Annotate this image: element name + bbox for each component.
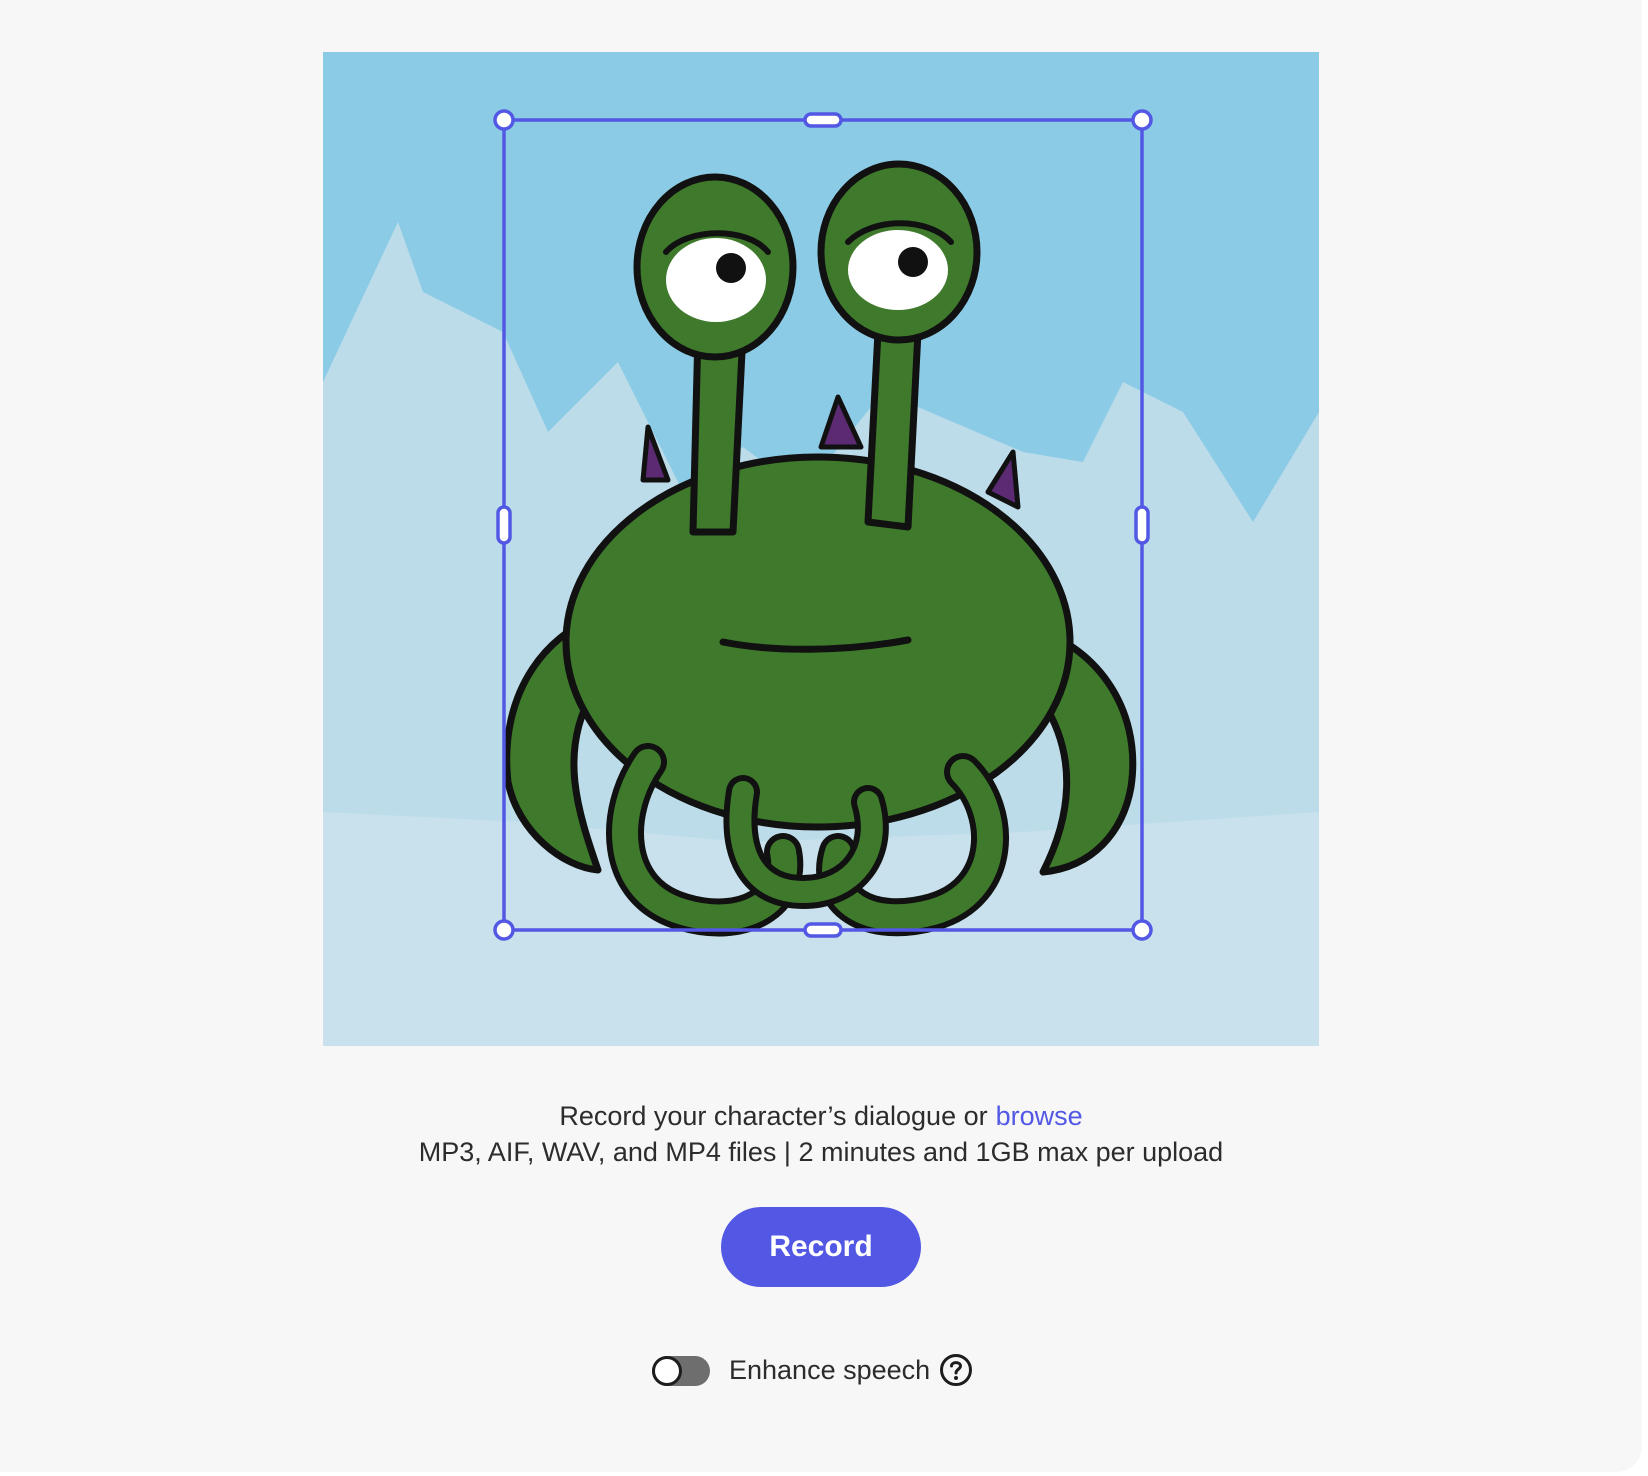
enhance-speech-row: Enhance speech <box>0 1352 1642 1392</box>
upload-panel: Record your character’s dialogue or brows… <box>0 0 1642 1472</box>
edge-handle-left <box>496 505 512 545</box>
file-requirements-text: MP3, AIF, WAV, and MP4 files | 2 minutes… <box>418 1137 1224 1167</box>
corner-handle-bottom-right <box>1131 919 1153 941</box>
record-prompt-line: Record your character’s dialogue or brows… <box>0 1098 1642 1134</box>
question-mark-circle-icon[interactable] <box>939 1353 973 1387</box>
toggle-knob <box>652 1356 682 1386</box>
edge-handle-top <box>803 112 843 128</box>
corner-handle-top-right <box>1131 109 1153 131</box>
enhance-speech-label: Enhance speech <box>729 1355 931 1385</box>
upload-instructions: Record your character’s dialogue or brows… <box>0 1098 1642 1170</box>
edge-handle-bottom <box>803 922 843 938</box>
record-button[interactable]: Record <box>721 1207 921 1287</box>
enhance-speech-toggle[interactable] <box>652 1356 710 1386</box>
corner-handle-bottom-left <box>493 919 515 941</box>
character-preview <box>323 52 1319 1046</box>
browse-link[interactable]: browse <box>996 1101 1083 1131</box>
edge-handle-right <box>1134 505 1150 545</box>
record-prompt-text: Record your character’s dialogue or <box>559 1101 988 1131</box>
corner-handle-top-left <box>493 109 515 131</box>
